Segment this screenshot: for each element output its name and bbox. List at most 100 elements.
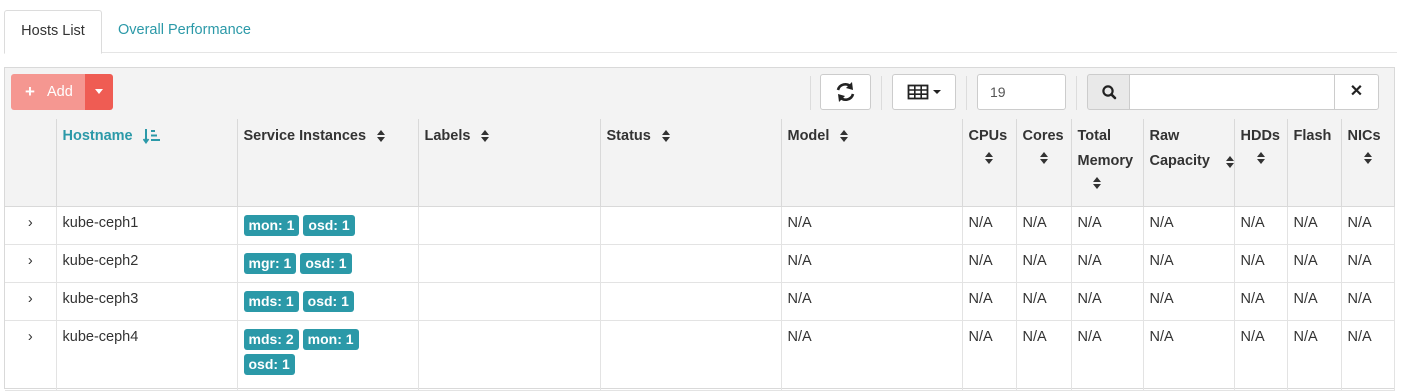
toolbar-divider xyxy=(881,76,882,110)
column-header-hostname[interactable]: Hostname xyxy=(56,119,238,207)
cell-labels xyxy=(418,206,601,245)
chevron-right-icon: › xyxy=(27,252,33,269)
column-header-label: Raw Capacity xyxy=(1149,128,1210,169)
service-badge: mds: 1 xyxy=(243,290,299,312)
cell-total-memory: N/A xyxy=(1071,206,1144,245)
row-expand-toggle[interactable]: › xyxy=(5,244,57,283)
sort-icon xyxy=(1256,152,1265,164)
clear-search-button[interactable]: ✕ xyxy=(1334,74,1379,110)
column-header-label: Service Instances xyxy=(243,128,367,144)
toolbar-divider xyxy=(966,76,967,110)
chevron-right-icon: › xyxy=(27,290,33,307)
sort-icon xyxy=(1225,156,1233,168)
sort-icon xyxy=(1092,177,1101,189)
cell-model: N/A xyxy=(781,320,963,391)
table-toolbar: + Add 19 ✕ xyxy=(5,68,1394,120)
service-badge: mon: 1 xyxy=(243,214,300,236)
sort-icon xyxy=(840,130,849,143)
sort-icon xyxy=(481,130,490,143)
cell-cpus: N/A xyxy=(962,282,1017,321)
chevron-right-icon: › xyxy=(27,214,33,231)
search-icon xyxy=(1102,85,1117,100)
cell-cpus: N/A xyxy=(962,244,1017,283)
add-dropdown-toggle[interactable] xyxy=(85,74,113,110)
row-expand-toggle[interactable]: › xyxy=(5,206,57,245)
cell-model: N/A xyxy=(781,206,963,245)
service-badge: mgr: 1 xyxy=(243,252,297,274)
column-header-model[interactable]: Model xyxy=(781,119,963,207)
cell-hdds: N/A xyxy=(1234,282,1288,321)
cell-nics: N/A xyxy=(1341,282,1395,321)
cell-hostname: kube-ceph2 xyxy=(56,244,238,283)
add-button[interactable]: + Add xyxy=(11,74,85,110)
cell-raw-capacity: N/A xyxy=(1143,206,1235,245)
column-header-labels[interactable]: Labels xyxy=(418,119,601,207)
column-header-cores[interactable]: Cores xyxy=(1016,119,1072,207)
cell-nics: N/A xyxy=(1341,206,1395,245)
cell-hostname: kube-ceph1 xyxy=(56,206,238,245)
tab-overall-performance[interactable]: Overall Performance xyxy=(118,10,251,51)
table-row[interactable]: › kube-ceph3 mds: 1 osd: 1 N/A N/A N/A N… xyxy=(5,282,1395,321)
column-header-expand xyxy=(5,119,57,207)
cell-status xyxy=(600,320,782,391)
cell-cores: N/A xyxy=(1016,206,1072,245)
plus-icon: + xyxy=(25,82,35,101)
cell-raw-capacity: N/A xyxy=(1143,282,1235,321)
cell-total-memory: N/A xyxy=(1071,282,1144,321)
column-header-label: Cores xyxy=(1022,128,1064,144)
column-header-label: Labels xyxy=(424,128,471,144)
cell-model: N/A xyxy=(781,244,963,283)
sort-icon xyxy=(661,130,670,143)
cell-raw-capacity: N/A xyxy=(1143,320,1235,391)
table-header-row: Hostname Service Instances Labels Status… xyxy=(5,119,1395,207)
cell-labels xyxy=(418,282,601,321)
column-header-label: CPUs xyxy=(968,128,1008,144)
times-icon: ✕ xyxy=(1349,83,1364,100)
cell-status xyxy=(600,282,782,321)
service-badge: osd: 1 xyxy=(302,290,354,312)
column-header-total-memory[interactable]: Total Memory xyxy=(1071,119,1144,207)
table-row[interactable]: › kube-ceph2 mgr: 1 osd: 1 N/A N/A N/A N… xyxy=(5,244,1395,283)
cell-hdds: N/A xyxy=(1234,206,1288,245)
sort-icon xyxy=(1363,152,1372,164)
column-header-label: Flash xyxy=(1293,128,1332,144)
column-header-status[interactable]: Status xyxy=(600,119,782,207)
chevron-right-icon: › xyxy=(27,328,33,345)
service-badge: osd: 1 xyxy=(243,353,295,375)
cell-service-instances: mds: 2 mon: 1 osd: 1 xyxy=(237,320,419,391)
cell-hdds: N/A xyxy=(1234,244,1288,283)
page-size-input[interactable] xyxy=(977,74,1066,110)
column-header-flash[interactable]: Flash xyxy=(1287,119,1342,207)
row-expand-toggle[interactable]: › xyxy=(5,282,57,321)
refresh-button[interactable] xyxy=(820,74,871,110)
cell-cpus: N/A xyxy=(962,206,1017,245)
tab-bar: Hosts List Overall Performance xyxy=(4,10,1397,54)
column-header-label: Model xyxy=(787,128,830,144)
column-toggle-button[interactable] xyxy=(892,74,956,110)
tab-hosts-list[interactable]: Hosts List xyxy=(4,10,102,54)
cell-service-instances: mgr: 1 osd: 1 xyxy=(237,244,419,283)
search-addon xyxy=(1087,74,1130,110)
add-button-label: Add xyxy=(47,84,73,100)
cell-total-memory: N/A xyxy=(1071,244,1144,283)
row-expand-toggle[interactable]: › xyxy=(5,320,57,391)
service-badge: osd: 1 xyxy=(303,214,355,236)
search-input[interactable] xyxy=(1130,74,1335,110)
hosts-table: + Add 19 ✕ Hostname Service Instances La… xyxy=(4,67,1395,391)
cell-status xyxy=(600,206,782,245)
column-header-service-instances[interactable]: Service Instances xyxy=(237,119,419,207)
column-header-raw-capacity[interactable]: Raw Capacity xyxy=(1143,119,1235,207)
cell-flash: N/A xyxy=(1287,282,1342,321)
toolbar-divider xyxy=(1076,76,1077,110)
cell-service-instances: mds: 1 osd: 1 xyxy=(237,282,419,321)
cell-nics: N/A xyxy=(1341,244,1395,283)
cell-hdds: N/A xyxy=(1234,320,1288,391)
cell-raw-capacity: N/A xyxy=(1143,244,1235,283)
column-header-cpus[interactable]: CPUs xyxy=(962,119,1017,207)
table-row[interactable]: › kube-ceph1 mon: 1 osd: 1 N/A N/A N/A N… xyxy=(5,206,1395,245)
table-columns-icon xyxy=(907,84,941,100)
cell-labels xyxy=(418,320,601,391)
column-header-nics[interactable]: NICs xyxy=(1341,119,1395,207)
column-header-hdds[interactable]: HDDs xyxy=(1234,119,1288,207)
table-row[interactable]: › kube-ceph4 mds: 2 mon: 1 osd: 1 N/A N/… xyxy=(5,320,1395,391)
